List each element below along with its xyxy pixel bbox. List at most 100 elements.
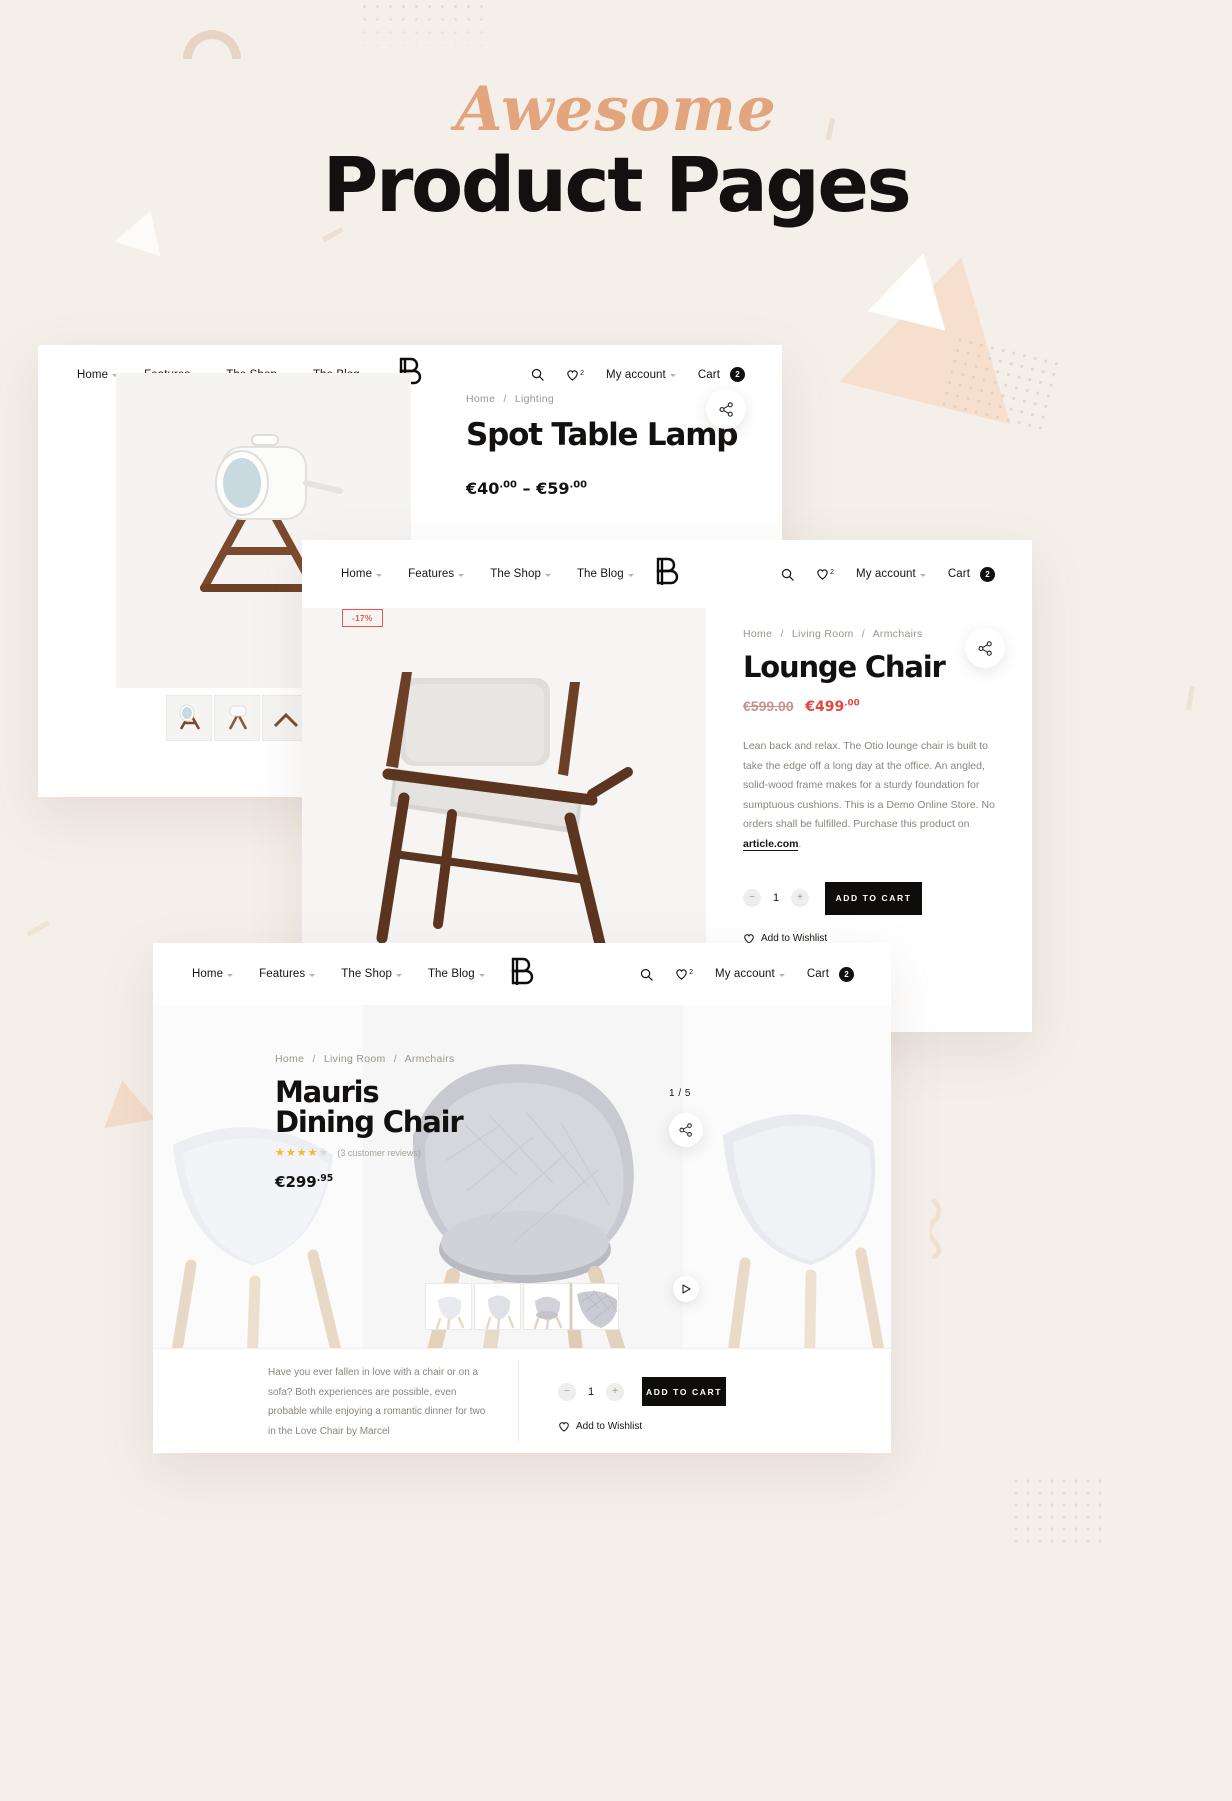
play-next-icon [681, 1284, 691, 1294]
breadcrumb-item-home[interactable]: Home [743, 628, 772, 640]
purchase-row: − 1 + ADD TO CART [558, 1377, 726, 1406]
cart-count-badge: 2 [730, 367, 745, 382]
search-icon[interactable] [770, 568, 805, 581]
add-to-wishlist-button[interactable]: Add to Wishlist [558, 1421, 642, 1432]
quantity-decrease-button[interactable]: − [743, 889, 761, 908]
star-rating[interactable]: ★ ★ ★ ★ ★ [275, 1146, 328, 1159]
brand-logo[interactable] [509, 957, 535, 992]
wishlist-icon-button[interactable]: 2 [555, 369, 595, 381]
nav-label: Features [259, 968, 306, 980]
star-icon: ★ [285, 1146, 296, 1159]
product-price: €299.95 [275, 1173, 525, 1191]
search-icon[interactable] [629, 968, 664, 981]
nav-label: The Shop [490, 568, 541, 580]
nav-item-features[interactable]: Features [395, 568, 477, 580]
description-link[interactable]: article.com [743, 837, 799, 851]
breadcrumb-item-living-room[interactable]: Living Room [324, 1053, 386, 1065]
list-item[interactable] [214, 695, 260, 741]
price-main: 299 [285, 1172, 317, 1191]
description-text: Lean back and relax. The Otio lounge cha… [743, 740, 995, 831]
nav-actions-card2: 2 My account Cart 2 [770, 566, 1006, 582]
nav-item-cart[interactable]: Cart 2 [937, 566, 1006, 582]
product-title-line1: Mauris [275, 1075, 380, 1109]
nav-item-the-shop[interactable]: The Shop [477, 568, 564, 580]
quantity-increase-button[interactable]: + [606, 1382, 624, 1401]
add-to-cart-button[interactable]: ADD TO CART [642, 1377, 726, 1406]
nav-label: Cart [806, 968, 829, 980]
price-from-cents: .00 [499, 479, 517, 491]
chevron-down-icon [669, 374, 676, 377]
price-currency: € [275, 1172, 286, 1191]
product-title: Spot Table Lamp [466, 417, 738, 453]
list-item[interactable] [166, 695, 212, 741]
quantity-decrease-button[interactable]: − [558, 1382, 576, 1401]
thumbnail-strip-card1 [166, 695, 308, 741]
breadcrumb: Home / Living Room / Armchairs [275, 1053, 525, 1065]
quantity-increase-button[interactable]: + [791, 889, 809, 908]
breadcrumb-separator: / [861, 628, 865, 640]
product-description: Lean back and relax. The Otio lounge cha… [743, 737, 1003, 854]
discount-badge: -17% [342, 609, 383, 627]
price-currency: € [466, 478, 478, 498]
review-count-link[interactable]: (3 customer reviews) [337, 1148, 421, 1158]
nav-item-home[interactable]: Home [179, 968, 246, 980]
wishlist-label: Add to Wishlist [576, 1421, 643, 1432]
nav-item-cart[interactable]: Cart 2 [796, 966, 865, 982]
quantity-value[interactable]: 1 [761, 892, 791, 904]
wishlist-icon-button[interactable]: 2 [664, 968, 704, 980]
gallery-next-button[interactable] [673, 1276, 699, 1302]
star-icon-half: ★ [307, 1146, 318, 1159]
price-to-cents: .00 [569, 479, 588, 491]
nav-item-the-blog[interactable]: The Blog [564, 568, 647, 580]
share-icon [679, 1123, 692, 1137]
price-original: €599.00 [743, 698, 794, 715]
breadcrumb-separator: / [393, 1053, 397, 1065]
heart-icon [559, 1422, 569, 1432]
brand-logo[interactable] [654, 557, 680, 592]
nav-item-features[interactable]: Features [246, 968, 328, 980]
nav-item-home[interactable]: Home [328, 568, 395, 580]
breadcrumb-item-living-room[interactable]: Living Room [792, 628, 854, 640]
nav-label: Features [408, 568, 455, 580]
breadcrumb: Home / Lighting [466, 393, 746, 405]
page-title: Product Pages [322, 140, 912, 229]
nav-item-the-shop[interactable]: The Shop [328, 968, 415, 980]
breadcrumb-item-lighting[interactable]: Lighting [515, 393, 554, 405]
list-item[interactable] [474, 1283, 521, 1330]
wishlist-icon-button[interactable]: 2 [805, 568, 845, 580]
wishlist-count: 2 [689, 969, 694, 976]
poster-stage: Awesome Product Pages Home Features The … [0, 0, 1232, 1801]
squiggle-decoration-right [930, 1198, 942, 1259]
add-to-cart-button[interactable]: ADD TO CART [825, 881, 922, 915]
purchase-row: − 1 + ADD TO CART [743, 881, 1032, 915]
list-item[interactable] [425, 1283, 472, 1330]
list-item[interactable] [523, 1283, 570, 1330]
heart-icon [676, 969, 687, 980]
nav-item-cart[interactable]: Cart 2 [687, 367, 756, 382]
search-icon[interactable] [520, 368, 555, 381]
quantity-value[interactable]: 1 [576, 1386, 606, 1398]
breadcrumb-item-armchairs[interactable]: Armchairs [405, 1053, 455, 1065]
share-button[interactable] [965, 628, 1005, 668]
navbar-card3: Home Features The Shop The Blog 2 My acc… [153, 943, 891, 1005]
nav-label: The Blog [576, 568, 624, 580]
brand-logo-b-icon [511, 957, 534, 985]
nav-item-my-account[interactable]: My account [595, 369, 687, 381]
list-item[interactable] [572, 1283, 619, 1330]
nav-item-my-account[interactable]: My account [704, 968, 796, 980]
breadcrumb-item-armchairs[interactable]: Armchairs [873, 628, 923, 640]
nav-label: Home [77, 368, 109, 381]
price-currency-2: € [536, 478, 548, 498]
thumbnail-strip-card3 [425, 1283, 619, 1330]
nav-item-my-account[interactable]: My account [845, 568, 937, 580]
nav-item-the-blog[interactable]: The Blog [415, 968, 498, 980]
nav-label: My account [715, 968, 775, 980]
share-button[interactable] [669, 1113, 703, 1147]
share-button[interactable] [706, 389, 746, 429]
quantity-stepper: − 1 + [743, 889, 809, 908]
divider [518, 1359, 519, 1443]
chevron-down-icon [395, 973, 402, 977]
breadcrumb-item-home[interactable]: Home [275, 1053, 304, 1065]
dash-decoration-3 [26, 920, 50, 937]
breadcrumb-item-home[interactable]: Home [466, 393, 495, 405]
